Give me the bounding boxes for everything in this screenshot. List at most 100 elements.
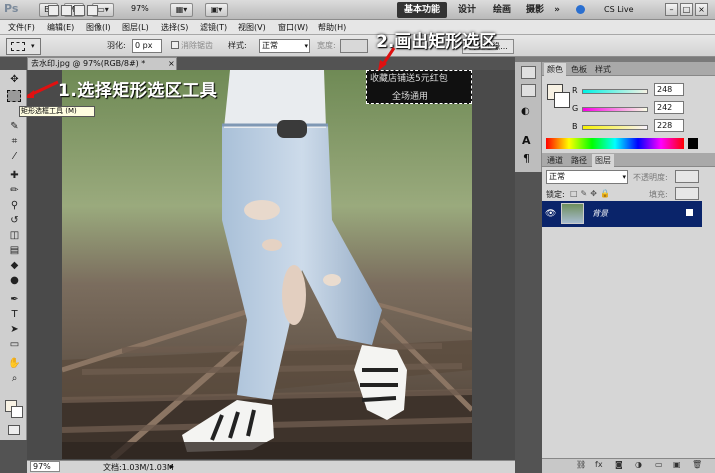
menu-window[interactable]: 窗口(W) xyxy=(278,21,308,34)
image-canvas[interactable] xyxy=(62,70,472,459)
close-tab-icon[interactable]: × xyxy=(168,59,175,68)
menu-select[interactable]: 选择(S) xyxy=(161,21,188,34)
adjustment-layer-icon[interactable]: ◑ xyxy=(635,460,642,469)
menu-help[interactable]: 帮助(H) xyxy=(318,21,346,34)
blend-mode-value: 正常 xyxy=(549,172,565,181)
layers-footer xyxy=(542,458,715,473)
tab-channels[interactable]: 通道 xyxy=(544,154,566,167)
new-layer-icon[interactable]: ▣ xyxy=(673,460,681,469)
shape-tool-icon[interactable]: ▭ xyxy=(8,339,21,351)
history-brush-tool-icon[interactable]: ↺ xyxy=(8,215,21,227)
channel-g-slider[interactable] xyxy=(582,107,648,112)
tool-tooltip: 矩形选框工具 (M) xyxy=(19,106,95,117)
layer-thumbnail xyxy=(561,203,584,224)
more-workspaces-button[interactable]: » xyxy=(551,2,563,18)
character-panel-icon[interactable]: A xyxy=(522,134,531,147)
menu-layer[interactable]: 图层(L) xyxy=(122,21,149,34)
eraser-tool-icon[interactable]: ◫ xyxy=(8,230,21,242)
chevron-down-icon: ▾ xyxy=(304,42,308,50)
history-panel-icon[interactable] xyxy=(521,84,536,97)
layer-mask-icon[interactable]: ◙ xyxy=(615,460,623,469)
paragraph-panel-icon[interactable]: ¶ xyxy=(523,152,530,165)
cs-live-button[interactable]: CS Live xyxy=(588,3,650,17)
menu-file[interactable]: 文件(F) xyxy=(8,21,35,34)
color-spectrum-ramp[interactable] xyxy=(546,138,684,149)
screen-mode-button[interactable]: ▣▾ xyxy=(205,3,228,17)
layer-visibility-eye-icon[interactable]: 👁 xyxy=(545,209,556,219)
channel-b-value[interactable]: 228 xyxy=(654,119,684,132)
layer-lock-icon xyxy=(686,209,693,216)
workspace-design[interactable]: 设计 xyxy=(455,2,479,18)
photo-jeans-railway xyxy=(62,70,472,459)
menu-edit[interactable]: 编辑(E) xyxy=(47,21,74,34)
close-button[interactable]: × xyxy=(695,3,708,16)
tool-preset-picker[interactable]: ▾ xyxy=(6,38,41,55)
clone-stamp-tool-icon[interactable]: ⚲ xyxy=(8,200,21,212)
tab-color[interactable]: 颜色 xyxy=(544,63,566,76)
intersect-selection-icon[interactable] xyxy=(87,5,98,16)
lock-icons[interactable]: □✎✥🔒 xyxy=(570,189,613,198)
style-select[interactable]: 正常 ▾ xyxy=(259,39,310,53)
layer-name[interactable]: 背景 xyxy=(592,208,608,219)
feather-input[interactable]: 0 px xyxy=(132,39,162,53)
gradient-tool-icon[interactable]: ▤ xyxy=(8,245,21,257)
menu-image[interactable]: 图像(I) xyxy=(86,21,111,34)
dodge-tool-icon[interactable]: ● xyxy=(8,275,21,287)
style-label: 样式: xyxy=(228,41,247,50)
tab-layers[interactable]: 图层 xyxy=(592,154,614,167)
maximize-button[interactable]: □ xyxy=(680,3,693,16)
tab-swatches[interactable]: 色板 xyxy=(568,63,590,76)
spot-healing-tool-icon[interactable]: ✚ xyxy=(8,170,21,182)
layer-style-icon[interactable]: fx xyxy=(595,460,603,469)
menu-view[interactable]: 视图(V) xyxy=(238,21,266,34)
crop-tool-icon[interactable]: ⌗ xyxy=(8,136,21,148)
channel-g-label: G xyxy=(572,104,579,113)
color-swatch-panel-icon[interactable]: ◐ xyxy=(521,106,536,119)
subtract-selection-icon[interactable] xyxy=(74,5,85,16)
background-color-swatch[interactable] xyxy=(11,406,23,418)
tab-paths[interactable]: 路径 xyxy=(568,154,590,167)
opacity-input[interactable] xyxy=(675,170,699,183)
channel-r-slider[interactable] xyxy=(582,89,648,94)
arrow-step-1-icon xyxy=(24,80,59,98)
delete-layer-icon[interactable]: 🗑 xyxy=(692,460,702,469)
hand-tool-icon[interactable]: ✋ xyxy=(8,358,21,370)
channel-b-slider[interactable] xyxy=(582,125,648,130)
zoom-level[interactable]: 97% xyxy=(131,4,149,13)
type-tool-icon[interactable]: T xyxy=(8,309,21,321)
status-zoom[interactable]: 97% xyxy=(30,461,60,472)
quick-select-tool-icon[interactable]: ✎ xyxy=(8,121,21,133)
path-select-tool-icon[interactable]: ➤ xyxy=(8,324,21,336)
status-menu-arrow-icon[interactable]: ▸ xyxy=(170,462,174,471)
eyedropper-tool-icon[interactable]: ⁄ xyxy=(8,151,21,163)
link-layers-icon[interactable]: ⛓ xyxy=(576,460,586,469)
tab-styles[interactable]: 样式 xyxy=(592,63,614,76)
blur-tool-icon[interactable]: ◆ xyxy=(8,260,21,272)
antialias-checkbox[interactable] xyxy=(171,41,179,49)
zoom-tool-icon[interactable]: ⌕ xyxy=(8,373,21,385)
new-group-icon[interactable]: ▭ xyxy=(655,460,663,469)
quick-mask-icon[interactable] xyxy=(8,425,20,435)
histogram-panel-icon[interactable] xyxy=(521,66,536,79)
move-tool-icon[interactable]: ✥ xyxy=(8,74,21,86)
new-selection-icon[interactable] xyxy=(48,5,59,16)
brush-tool-icon[interactable]: ✏ xyxy=(8,185,21,197)
minimize-button[interactable]: – xyxy=(665,3,678,16)
pen-tool-icon[interactable]: ✒ xyxy=(8,294,21,306)
channel-g-value[interactable]: 242 xyxy=(654,101,684,114)
rect-marquee-tool-icon[interactable] xyxy=(7,90,21,102)
blend-mode-select[interactable]: 正常 ▾ xyxy=(546,170,628,184)
menu-filter[interactable]: 滤镜(T) xyxy=(200,21,227,34)
fill-input[interactable] xyxy=(675,187,699,200)
workspace-painting[interactable]: 绘画 xyxy=(490,2,514,18)
workspace-basic[interactable]: 基本功能 xyxy=(397,2,447,18)
document-tab[interactable]: 去水印.jpg @ 97%(RGB/8#) * xyxy=(27,57,177,70)
workspace-photography[interactable]: 摄影 xyxy=(523,2,547,18)
arrange-documents-button[interactable]: ▦▾ xyxy=(170,3,193,17)
channel-r-value[interactable]: 248 xyxy=(654,83,684,96)
add-selection-icon[interactable] xyxy=(61,5,72,16)
black-swatch[interactable] xyxy=(688,138,698,149)
channel-r-label: R xyxy=(572,86,578,95)
antialias-label: 消除锯齿 xyxy=(181,41,213,50)
bg-color-swatch[interactable] xyxy=(554,92,570,108)
